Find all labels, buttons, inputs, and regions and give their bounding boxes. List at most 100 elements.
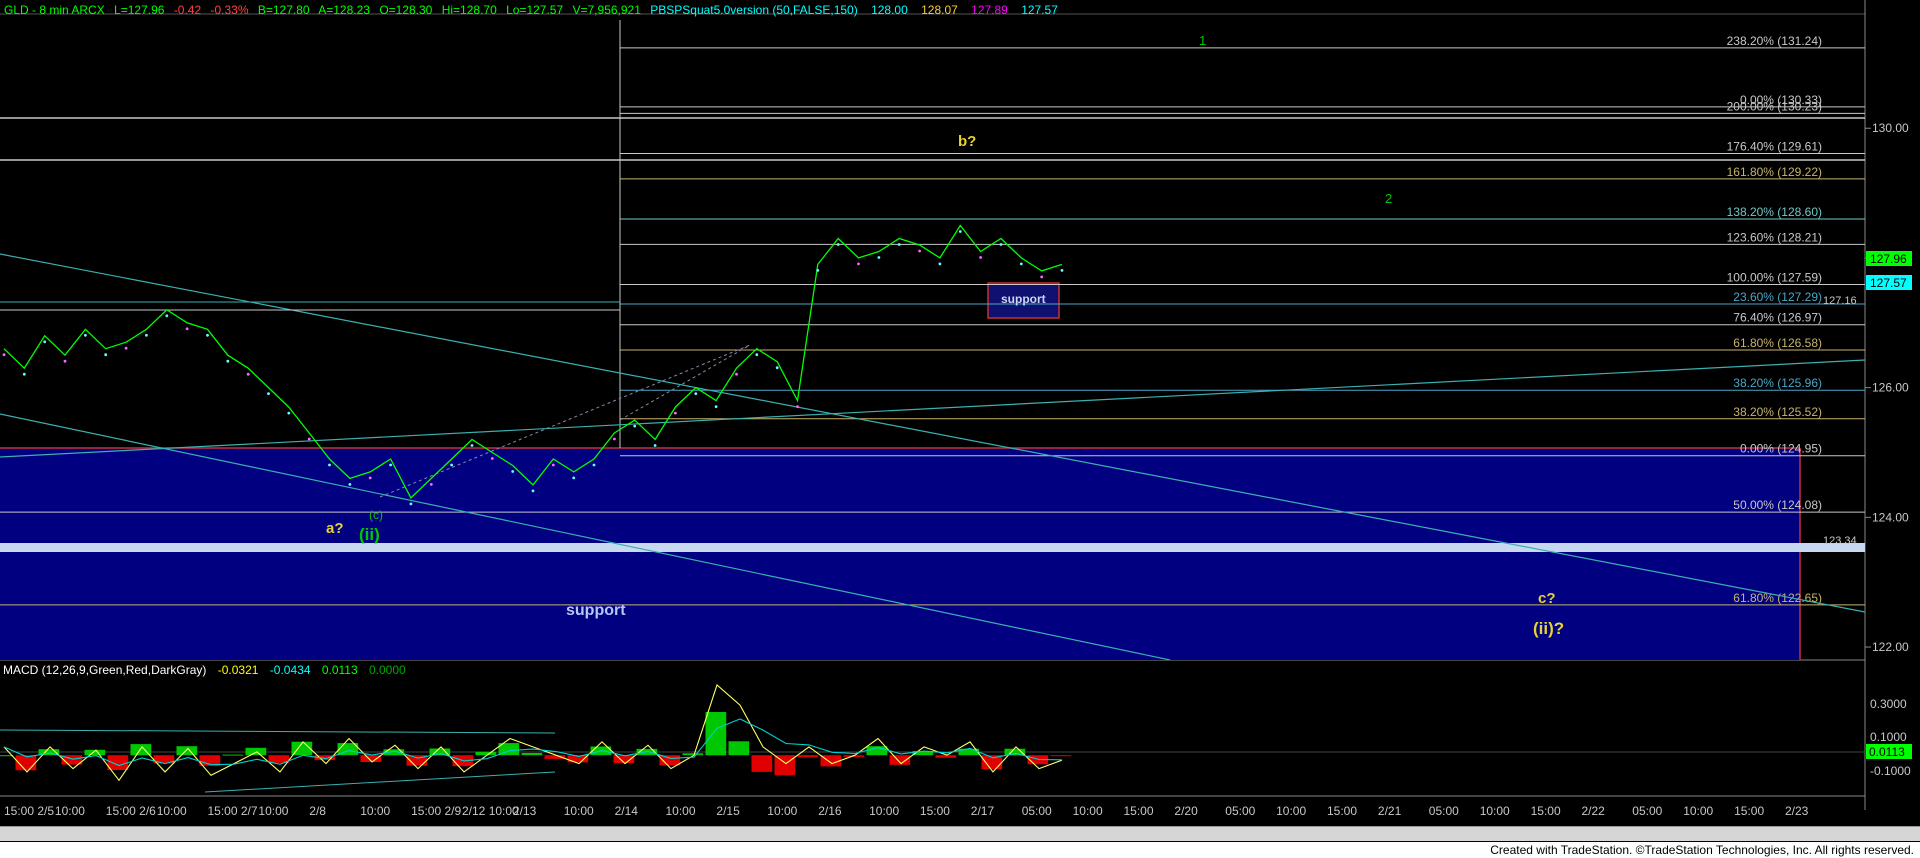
price-marker [918, 249, 921, 253]
price-marker [592, 463, 596, 467]
price-tick-label: 124.00 [1872, 510, 1909, 524]
macd-hist-bar [774, 755, 796, 776]
time-label: 2/16 [818, 804, 842, 818]
macd-hist-bar [107, 755, 129, 770]
macd-badge-label: 0.0113 [1869, 745, 1905, 759]
low-price-badge-label: 127.57 [1870, 276, 1907, 290]
price-marker [999, 243, 1003, 246]
header-open: O=128.30 [379, 3, 432, 17]
wave-1-label: 1 [1199, 33, 1206, 48]
c-question-label: c? [1538, 590, 1556, 607]
time-label: 10:00 [360, 804, 390, 818]
price-marker [348, 483, 352, 486]
time-label: 05:00 [1225, 804, 1255, 818]
macd-hist-bar [475, 751, 497, 756]
time-label: 2/14 [615, 804, 639, 818]
b-question-label: b? [958, 133, 976, 150]
price-marker [877, 256, 881, 259]
macd-value-1: -0.0321 [218, 663, 259, 677]
price-marker [1019, 262, 1023, 266]
support-box-label: support [1001, 292, 1046, 306]
fib-label: 161.80% (129.22) [1727, 165, 1822, 179]
price-marker [836, 243, 840, 246]
price-marker [470, 444, 474, 447]
time-label: 10:00 [869, 804, 899, 818]
time-label: 10:00 [258, 804, 288, 818]
support-zone [0, 448, 1800, 660]
macd-value-2: -0.0434 [270, 663, 311, 677]
header-last: L=127.96 [114, 3, 165, 17]
price-marker [796, 405, 799, 408]
fib-label: 176.40% (129.61) [1727, 140, 1822, 154]
time-label: 15:00 2/9 [411, 804, 461, 818]
macd-hist-bar [245, 747, 267, 756]
price-tick-label: 126.00 [1872, 381, 1909, 395]
price-marker [2, 353, 6, 357]
price-marker [755, 353, 759, 357]
price-marker [145, 333, 148, 337]
price-marker [572, 476, 576, 480]
macd-value-4: 0.0000 [369, 663, 406, 677]
price-marker [938, 262, 942, 266]
time-label: 10:00 [564, 804, 594, 818]
macd-name: MACD (12,26,9,Green,Red,DarkGray) [3, 663, 206, 677]
time-label: 2/23 [1785, 804, 1809, 818]
time-label: 10:00 [767, 804, 797, 818]
time-label: 05:00 [1632, 804, 1662, 818]
price-marker [124, 346, 128, 350]
time-label: 15:00 [1124, 804, 1154, 818]
time-label: 15:00 [1531, 804, 1561, 818]
ii-question-label: (ii)? [1533, 619, 1564, 638]
time-label: 15:00 2/7 [208, 804, 258, 818]
macd-hist-bar [222, 754, 244, 756]
header-study: PBSPSquat5.0version (50,FALSE,150) [650, 3, 857, 17]
price-marker [328, 463, 331, 467]
price-marker [1040, 275, 1044, 279]
fib-label: 0.00% (124.95) [1740, 442, 1822, 456]
time-label: 15:00 [920, 804, 950, 818]
fib-label: 123.60% (128.21) [1727, 230, 1822, 244]
study-value-4: 127.57 [1021, 3, 1058, 17]
price-marker [816, 269, 820, 272]
fib-label: 0.00% (130.33) [1740, 93, 1822, 107]
macd-hist-bar [889, 755, 911, 765]
price-marker [226, 359, 230, 363]
time-label: 05:00 [1429, 804, 1459, 818]
price-marker [104, 353, 108, 357]
time-label: 10:00 [1073, 804, 1103, 818]
price-marker [43, 340, 47, 344]
price-marker [511, 470, 515, 473]
chart-canvas: 238.20% (131.24)200.00% (130.23)0.00% (1… [0, 0, 1920, 826]
fib-label: 138.20% (128.60) [1727, 205, 1822, 219]
price-marker [84, 333, 87, 337]
header-hi: Hi=128.70 [442, 3, 497, 17]
price-marker [775, 366, 779, 370]
fib-label: 238.20% (131.24) [1727, 34, 1822, 48]
price-marker [1060, 269, 1064, 272]
price-marker [551, 463, 555, 467]
price-marker [613, 437, 616, 441]
header-lo: Lo=127.57 [506, 3, 563, 17]
macd-hist-bar [176, 746, 198, 756]
macd-tick-2: 0.1000 [1870, 730, 1907, 744]
price-marker [653, 444, 657, 447]
time-label: 10:00 [55, 804, 85, 818]
horizontal-scrollbar[interactable] [0, 826, 1920, 841]
chart-header: GLD - 8 min ARCX L=127.96 -0.42 -0.33% B… [4, 3, 1058, 17]
time-label: 2/13 [513, 804, 537, 818]
time-label: 15:00 [1327, 804, 1357, 818]
price-marker [409, 502, 413, 506]
time-label: 2/22 [1582, 804, 1606, 818]
header-bid: B=127.80 [258, 3, 310, 17]
time-label: 10:00 [666, 804, 696, 818]
time-label: 10:00 [1276, 804, 1306, 818]
time-label: 05:00 [1022, 804, 1052, 818]
fib-label: 76.40% (126.97) [1733, 311, 1822, 325]
header-symbol: GLD - 8 min ARCX [4, 3, 105, 17]
price-marker [450, 463, 453, 467]
price-marker [694, 392, 698, 395]
fib-label: 38.20% (125.96) [1733, 376, 1822, 390]
price-marker [368, 476, 372, 480]
price-marker [714, 405, 718, 408]
time-label: 15:00 2/5 [4, 804, 54, 818]
